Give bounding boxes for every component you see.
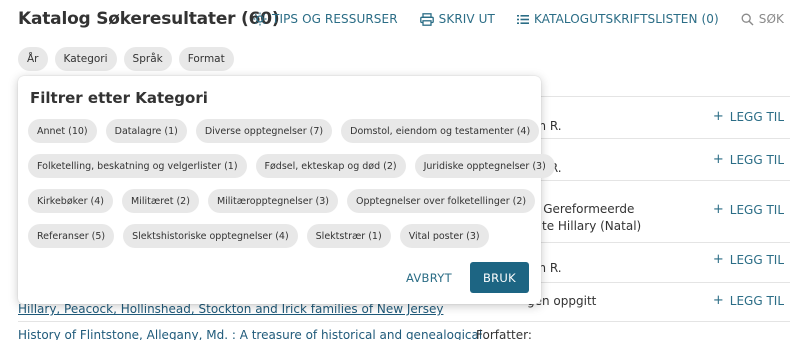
facet-format-button[interactable]: Format [178, 47, 234, 71]
chip-row: Folketelling, beskatning og velgerlister… [28, 154, 555, 178]
result-text-fragment: ente Hillary (Natal) [527, 219, 642, 233]
facet-language-button[interactable]: Språk [123, 47, 172, 71]
dialog-title: Filtrer etter Kategori [30, 89, 208, 107]
divider [18, 321, 790, 322]
add-label: LEGG TIL [729, 293, 784, 308]
chip-row: Annet (10) Datalagre (1) Diverse opptegn… [28, 119, 540, 143]
add-button[interactable]: + LEGG TIL [713, 152, 784, 167]
category-chip-folketellinger[interactable]: Opptegnelser over folketellinger (2) [346, 189, 536, 213]
search-link[interactable]: SØK [741, 12, 784, 26]
search-label: SØK [758, 12, 784, 26]
printer-icon [419, 12, 434, 26]
top-actions: TIPS OG RESSURSER SKRIV UT KATALOGUTSKRI… [253, 12, 784, 26]
facet-filter-row: År Kategori Språk Format [18, 47, 234, 71]
tips-resources-label: TIPS OG RESSURSER [272, 12, 398, 26]
category-chip-militaeret[interactable]: Militæret (2) [122, 189, 199, 213]
category-chip-vital[interactable]: Vital poster (3) [399, 224, 489, 248]
page-title: Katalog Søkeresultater (60) [18, 9, 280, 29]
result-text-fragment: e Gereformeerde [532, 202, 635, 216]
search-icon [741, 13, 754, 26]
print-label: SKRIV UT [438, 12, 495, 26]
add-button[interactable]: + LEGG TIL [713, 202, 784, 217]
chip-row: Kirkebøker (4) Militæret (2) Militæroppt… [28, 189, 536, 213]
category-chip-domstol[interactable]: Domstol, eiendom og testamenter (4) [341, 119, 540, 143]
dialog-actions: AVBRYT BRUK [406, 262, 529, 293]
facet-year-button[interactable]: År [18, 47, 48, 71]
category-chip-juridiske[interactable]: Juridiske opptegnelser (3) [414, 154, 555, 178]
add-label: LEGG TIL [729, 109, 784, 124]
plus-icon: + [712, 293, 724, 308]
list-icon [516, 14, 529, 25]
category-filter-dialog: Filtrer etter Kategori Annet (10) Datala… [18, 76, 555, 304]
category-chip-datalagre[interactable]: Datalagre (1) [105, 119, 187, 143]
tips-resources-link[interactable]: TIPS OG RESSURSER [253, 12, 398, 26]
catalog-print-list-label: KATALOGUTSKRIFTSLISTEN (0) [533, 12, 719, 26]
category-chip-referanser[interactable]: Referanser (5) [28, 224, 115, 248]
chip-row: Referanser (5) Slektshistoriske opptegne… [28, 224, 533, 248]
category-chip-slektshistoriske[interactable]: Slektshistoriske opptegnelser (4) [123, 224, 298, 248]
catalog-print-list-link[interactable]: KATALOGUTSKRIFTSLISTEN (0) [516, 12, 719, 26]
apply-button[interactable]: BRUK [469, 262, 529, 293]
add-label: LEGG TIL [729, 152, 784, 167]
category-chip-kirkeboker[interactable]: Kirkebøker (4) [28, 189, 114, 213]
result-title-link[interactable]: Hillary, Peacock, Hollinshead, Stockton … [18, 302, 443, 316]
category-chip-diverse[interactable]: Diverse opptegnelser (7) [195, 119, 333, 143]
category-chip-folketelling[interactable]: Folketelling, beskatning og velgerlister… [28, 154, 247, 178]
facet-category-button[interactable]: Kategori [54, 47, 117, 71]
add-label: LEGG TIL [729, 252, 784, 267]
plus-icon: + [712, 202, 724, 217]
print-link[interactable]: SKRIV UT [419, 12, 495, 26]
add-button[interactable]: + LEGG TIL [713, 109, 784, 124]
category-chip-militaeropptegnelser[interactable]: Militæropptegnelser (3) [207, 189, 338, 213]
category-chip-grid: Annet (10) Datalagre (1) Diverse opptegn… [28, 119, 555, 259]
plus-icon: + [712, 109, 724, 124]
add-button[interactable]: + LEGG TIL [713, 252, 784, 267]
category-chip-slektstraer[interactable]: Slektstrær (1) [306, 224, 391, 248]
result-title-link[interactable]: History of Flintstone, Allegany, Md. : A… [18, 328, 482, 340]
author-label: Forfatter: [476, 328, 532, 340]
category-chip-fodsel[interactable]: Fødsel, ekteskap og død (2) [255, 154, 406, 178]
plus-icon: + [712, 252, 724, 267]
add-label: LEGG TIL [729, 202, 784, 217]
cancel-button[interactable]: AVBRYT [406, 263, 452, 293]
lightbulb-icon [253, 12, 267, 26]
add-button[interactable]: + LEGG TIL [713, 293, 784, 308]
category-chip-annet[interactable]: Annet (10) [28, 119, 97, 143]
plus-icon: + [712, 152, 724, 167]
page-header: Katalog Søkeresultater (60) TIPS OG RESS… [0, 0, 800, 40]
